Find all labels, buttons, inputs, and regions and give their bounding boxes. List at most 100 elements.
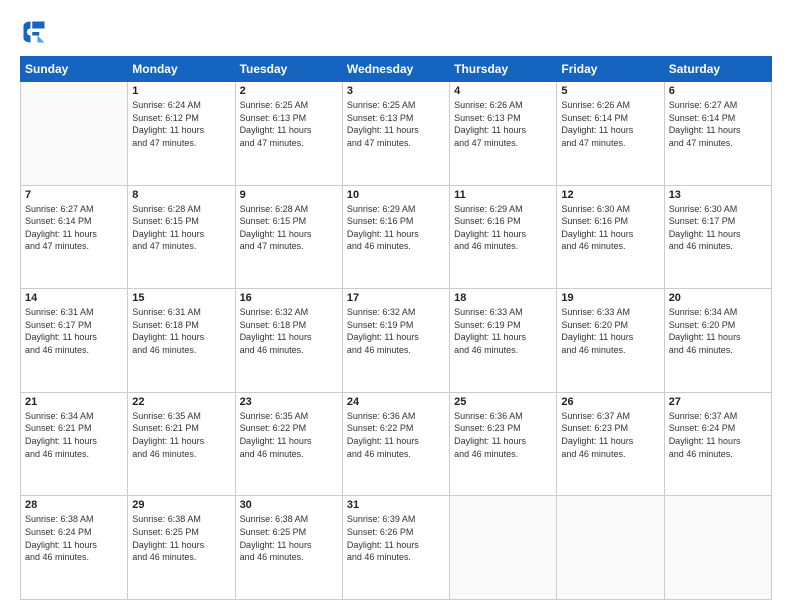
page: SundayMondayTuesdayWednesdayThursdayFrid… (0, 0, 792, 612)
calendar-cell: 30 Sunrise: 6:38 AM Sunset: 6:25 PM Dayli… (235, 496, 342, 600)
calendar-cell: 6 Sunrise: 6:27 AM Sunset: 6:14 PM Daylig… (664, 82, 771, 186)
calendar-week-4: 21Sunrise: 6:34 AM Sunset: 6:21 PM Dayli… (21, 392, 772, 496)
calendar-cell: 15 Sunrise: 6:31 AM Sunset: 6:18 PM Dayli… (128, 289, 235, 393)
day-number: 25 (454, 396, 552, 408)
day-info: Sunrise: 6:24 AM Sunset: 6:12 PM Dayligh… (132, 99, 230, 149)
day-info: Sunrise: 6:37 AM Sunset: 6:24 PM Dayligh… (669, 410, 767, 460)
logo-icon (20, 18, 48, 46)
calendar-cell: 17 Sunrise: 6:32 AM Sunset: 6:19 PM Dayli… (342, 289, 449, 393)
day-info: Sunrise: 6:36 AM Sunset: 6:23 PM Dayligh… (454, 410, 552, 460)
calendar-cell: 18Sunrise: 6:33 AM Sunset: 6:19 PM Dayli… (450, 289, 557, 393)
calendar-cell (557, 496, 664, 600)
day-number: 4 (454, 85, 552, 97)
calendar-cell: 16 Sunrise: 6:32 AM Sunset: 6:18 PM Dayli… (235, 289, 342, 393)
calendar-cell: 24Sunrise: 6:36 AM Sunset: 6:22 PM Dayli… (342, 392, 449, 496)
weekday-header-sunday: Sunday (21, 57, 128, 82)
calendar-cell: 14 Sunrise: 6:31 AM Sunset: 6:17 PM Dayli… (21, 289, 128, 393)
calendar-cell: 8 Sunrise: 6:28 AM Sunset: 6:15 PM Daylig… (128, 185, 235, 289)
day-number: 19 (561, 292, 659, 304)
day-number: 13 (669, 189, 767, 201)
day-number: 14 (25, 292, 123, 304)
day-info: Sunrise: 6:29 AM Sunset: 6:16 PM Dayligh… (454, 203, 552, 253)
day-info: Sunrise: 6:29 AM Sunset: 6:16 PM Dayligh… (347, 203, 445, 253)
weekday-header-thursday: Thursday (450, 57, 557, 82)
day-info: Sunrise: 6:38 AM Sunset: 6:24 PM Dayligh… (25, 513, 123, 563)
day-number: 22 (132, 396, 230, 408)
calendar-cell: 7 Sunrise: 6:27 AM Sunset: 6:14 PM Daylig… (21, 185, 128, 289)
day-info: Sunrise: 6:35 AM Sunset: 6:21 PM Dayligh… (132, 410, 230, 460)
day-info: Sunrise: 6:27 AM Sunset: 6:14 PM Dayligh… (25, 203, 123, 253)
day-info: Sunrise: 6:28 AM Sunset: 6:15 PM Dayligh… (240, 203, 338, 253)
day-info: Sunrise: 6:30 AM Sunset: 6:17 PM Dayligh… (669, 203, 767, 253)
day-number: 7 (25, 189, 123, 201)
calendar-cell: 2Sunrise: 6:25 AM Sunset: 6:13 PM Daylig… (235, 82, 342, 186)
calendar-cell: 4Sunrise: 6:26 AM Sunset: 6:13 PM Daylig… (450, 82, 557, 186)
day-number: 31 (347, 499, 445, 511)
day-number: 30 (240, 499, 338, 511)
day-info: Sunrise: 6:31 AM Sunset: 6:18 PM Dayligh… (132, 306, 230, 356)
day-info: Sunrise: 6:38 AM Sunset: 6:25 PM Dayligh… (240, 513, 338, 563)
day-info: Sunrise: 6:31 AM Sunset: 6:17 PM Dayligh… (25, 306, 123, 356)
calendar-cell: 27 Sunrise: 6:37 AM Sunset: 6:24 PM Dayli… (664, 392, 771, 496)
weekday-header-row: SundayMondayTuesdayWednesdayThursdayFrid… (21, 57, 772, 82)
calendar-cell: 1 Sunrise: 6:24 AM Sunset: 6:12 PM Daylig… (128, 82, 235, 186)
day-number: 6 (669, 85, 767, 97)
calendar-cell: 26Sunrise: 6:37 AM Sunset: 6:23 PM Dayli… (557, 392, 664, 496)
calendar-week-3: 14 Sunrise: 6:31 AM Sunset: 6:17 PM Dayli… (21, 289, 772, 393)
calendar-cell: 23 Sunrise: 6:35 AM Sunset: 6:22 PM Dayli… (235, 392, 342, 496)
day-number: 28 (25, 499, 123, 511)
calendar-week-5: 28 Sunrise: 6:38 AM Sunset: 6:24 PM Dayli… (21, 496, 772, 600)
day-number: 8 (132, 189, 230, 201)
weekday-header-tuesday: Tuesday (235, 57, 342, 82)
day-info: Sunrise: 6:35 AM Sunset: 6:22 PM Dayligh… (240, 410, 338, 460)
day-number: 9 (240, 189, 338, 201)
calendar-cell: 10Sunrise: 6:29 AM Sunset: 6:16 PM Dayli… (342, 185, 449, 289)
calendar-week-2: 7 Sunrise: 6:27 AM Sunset: 6:14 PM Daylig… (21, 185, 772, 289)
day-info: Sunrise: 6:32 AM Sunset: 6:19 PM Dayligh… (347, 306, 445, 356)
day-info: Sunrise: 6:34 AM Sunset: 6:20 PM Dayligh… (669, 306, 767, 356)
calendar-cell: 9 Sunrise: 6:28 AM Sunset: 6:15 PM Daylig… (235, 185, 342, 289)
day-number: 1 (132, 85, 230, 97)
day-info: Sunrise: 6:28 AM Sunset: 6:15 PM Dayligh… (132, 203, 230, 253)
calendar-week-1: 1 Sunrise: 6:24 AM Sunset: 6:12 PM Daylig… (21, 82, 772, 186)
day-number: 17 (347, 292, 445, 304)
day-number: 23 (240, 396, 338, 408)
day-number: 11 (454, 189, 552, 201)
day-info: Sunrise: 6:32 AM Sunset: 6:18 PM Dayligh… (240, 306, 338, 356)
day-info: Sunrise: 6:37 AM Sunset: 6:23 PM Dayligh… (561, 410, 659, 460)
calendar-table: SundayMondayTuesdayWednesdayThursdayFrid… (20, 56, 772, 600)
day-info: Sunrise: 6:25 AM Sunset: 6:13 PM Dayligh… (347, 99, 445, 149)
calendar-cell: 20 Sunrise: 6:34 AM Sunset: 6:20 PM Dayli… (664, 289, 771, 393)
day-info: Sunrise: 6:27 AM Sunset: 6:14 PM Dayligh… (669, 99, 767, 149)
day-number: 20 (669, 292, 767, 304)
day-info: Sunrise: 6:33 AM Sunset: 6:20 PM Dayligh… (561, 306, 659, 356)
day-info: Sunrise: 6:38 AM Sunset: 6:25 PM Dayligh… (132, 513, 230, 563)
calendar-cell: 12 Sunrise: 6:30 AM Sunset: 6:16 PM Dayli… (557, 185, 664, 289)
day-info: Sunrise: 6:26 AM Sunset: 6:14 PM Dayligh… (561, 99, 659, 149)
weekday-header-monday: Monday (128, 57, 235, 82)
day-number: 27 (669, 396, 767, 408)
day-number: 18 (454, 292, 552, 304)
day-number: 21 (25, 396, 123, 408)
day-number: 12 (561, 189, 659, 201)
day-number: 3 (347, 85, 445, 97)
calendar-cell: 5 Sunrise: 6:26 AM Sunset: 6:14 PM Daylig… (557, 82, 664, 186)
calendar-cell: 13 Sunrise: 6:30 AM Sunset: 6:17 PM Dayli… (664, 185, 771, 289)
calendar-cell (664, 496, 771, 600)
day-number: 16 (240, 292, 338, 304)
day-number: 29 (132, 499, 230, 511)
calendar-cell: 19 Sunrise: 6:33 AM Sunset: 6:20 PM Dayli… (557, 289, 664, 393)
header (20, 18, 772, 46)
calendar-cell (450, 496, 557, 600)
day-info: Sunrise: 6:39 AM Sunset: 6:26 PM Dayligh… (347, 513, 445, 563)
weekday-header-saturday: Saturday (664, 57, 771, 82)
day-number: 5 (561, 85, 659, 97)
calendar-cell: 28 Sunrise: 6:38 AM Sunset: 6:24 PM Dayli… (21, 496, 128, 600)
calendar-cell: 3 Sunrise: 6:25 AM Sunset: 6:13 PM Daylig… (342, 82, 449, 186)
day-info: Sunrise: 6:30 AM Sunset: 6:16 PM Dayligh… (561, 203, 659, 253)
calendar-cell: 25 Sunrise: 6:36 AM Sunset: 6:23 PM Dayli… (450, 392, 557, 496)
calendar-cell (21, 82, 128, 186)
day-number: 15 (132, 292, 230, 304)
calendar-cell: 31 Sunrise: 6:39 AM Sunset: 6:26 PM Dayli… (342, 496, 449, 600)
weekday-header-wednesday: Wednesday (342, 57, 449, 82)
